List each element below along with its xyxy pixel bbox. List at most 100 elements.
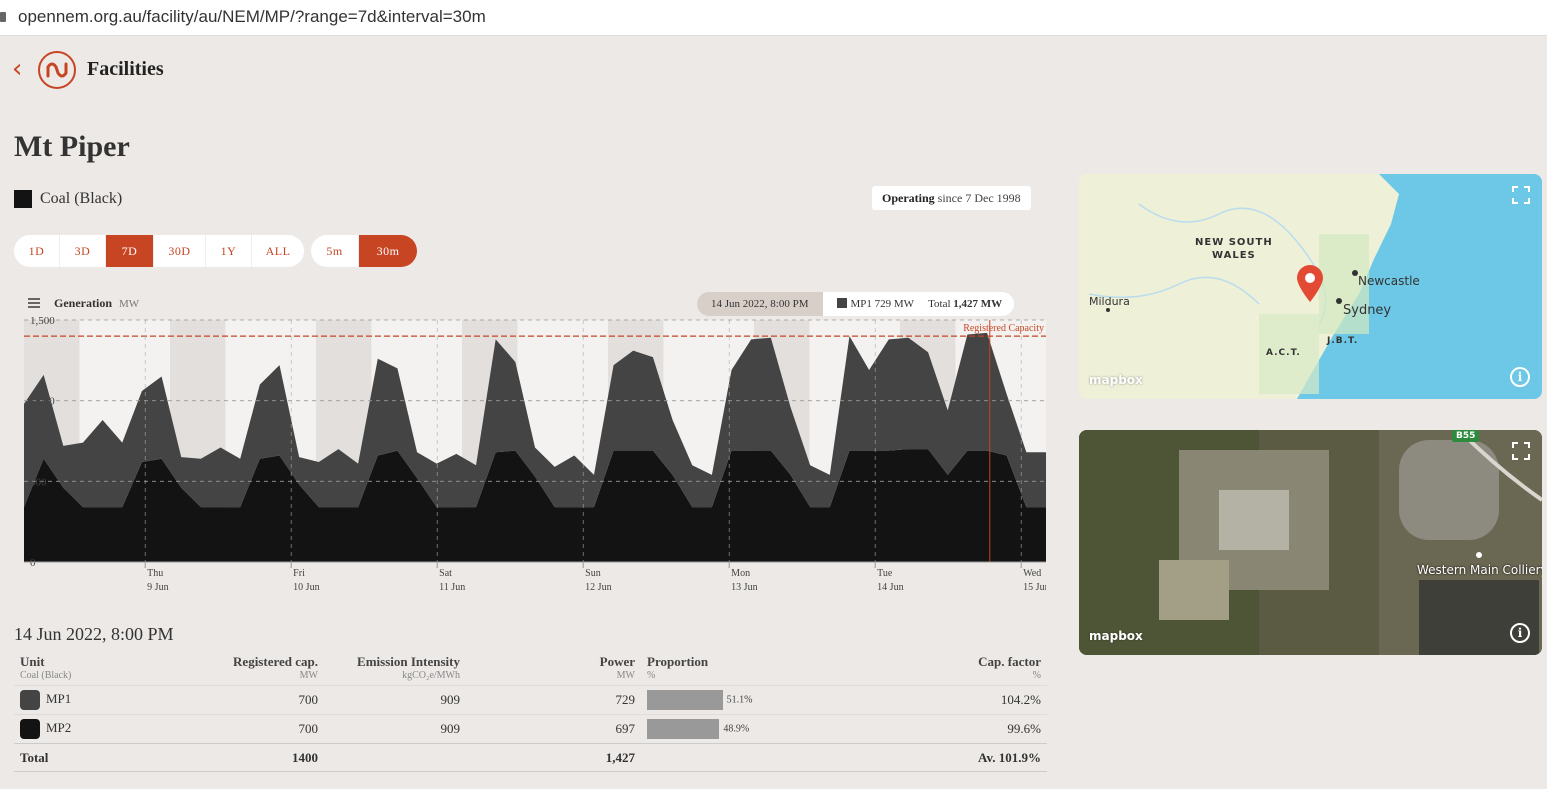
unit-power: 729 [466, 685, 641, 715]
hover-series-value: 729 MW [874, 298, 915, 310]
chart-title: Generation MW [54, 296, 139, 311]
map-label-newcastle: Newcastle [1358, 274, 1420, 288]
col-cf-sub: % [1032, 670, 1041, 681]
x-tick-date: 15 Jun [1023, 582, 1046, 593]
unit-cap-factor: 99.6% [841, 714, 1047, 744]
hover-date: 14 Jun 2022, 8:00 PM [697, 292, 823, 316]
back-chevron-icon[interactable]: ‹ [12, 56, 32, 82]
range-1d-button[interactable]: 1D [14, 235, 60, 267]
unit-emission-intensity: 909 [324, 714, 466, 744]
proportion-label: 51.1% [726, 694, 753, 706]
status-badge: Operating since 7 Dec 1998 [872, 186, 1031, 210]
browser-url-bar[interactable]: opennem.org.au/facility/au/NEM/MP/?range… [0, 0, 1547, 36]
chart-menu-icon[interactable] [28, 298, 40, 308]
x-tick-day: Wed [1023, 568, 1041, 579]
units-table: Unit Registered cap. Emission Intensity … [14, 648, 1047, 772]
unit-cap-factor: 104.2% [841, 685, 1047, 715]
col-unit: Unit [20, 654, 45, 669]
satellite-label-colliery: Western Main Colliery [1417, 563, 1542, 577]
interval-30m-button[interactable]: 30m [359, 235, 417, 267]
unit-proportion: 48.9% [641, 714, 841, 744]
total-prop-empty [641, 743, 841, 772]
location-map[interactable]: NEW SOUTH WALES Newcastle Sydney Mildura… [1079, 174, 1542, 399]
y-tick-label: 1,500 [30, 316, 55, 327]
generation-chart[interactable]: 1,500 1,000 500 0 Registered Capacity Thu 9 Ju… [24, 316, 1046, 600]
fullscreen-icon-satellite[interactable] [1512, 442, 1530, 460]
chart-header: Generation MW 14 Jun 2022, 8:00 PM MP1 7… [24, 292, 1046, 316]
interval-selector: 5m 30m [311, 235, 417, 267]
nav-title[interactable]: Facilities [87, 58, 164, 81]
interval-5m-button[interactable]: 5m [311, 235, 359, 267]
lock-icon [0, 12, 6, 22]
info-icon-satellite[interactable]: i [1510, 623, 1530, 643]
table-row[interactable]: MP2 700 909 697 48.9% 99.6% [14, 714, 1047, 744]
fuel-tech-text: Coal (Black) [40, 190, 123, 207]
map-label-act: A.C.T. [1266, 348, 1301, 358]
map-label-nsw-2: WALES [1212, 250, 1256, 261]
registered-capacity-label: Registered Capacity [963, 323, 1044, 334]
url-text[interactable]: opennem.org.au/facility/au/NEM/MP/?range… [18, 7, 486, 27]
x-tick-day: Fri [293, 568, 305, 579]
total-ei-empty [324, 743, 466, 772]
unit-name: MP2 [46, 719, 72, 735]
hover-readout: 14 Jun 2022, 8:00 PM MP1 729 MW Total 1,… [697, 292, 1015, 316]
range-7d-button[interactable]: 7D [106, 235, 154, 267]
page-title: Mt Piper [14, 130, 130, 163]
unit-cell: MP1 [14, 685, 164, 715]
hover-series-swatch [836, 298, 847, 308]
x-tick-day: Mon [731, 568, 750, 579]
unit-cap: 700 [164, 685, 324, 715]
table-row[interactable]: MP1 700 909 729 51.1% 104.2% [14, 685, 1047, 715]
col-prop-sub: % [647, 670, 656, 681]
road-badge: B55 [1452, 430, 1480, 442]
range-1y-button[interactable]: 1Y [206, 235, 252, 267]
logo-n-icon [46, 62, 68, 78]
x-tick-date: 9 Jun [147, 582, 168, 593]
unit-power: 697 [466, 714, 641, 744]
unit-cap: 700 [164, 714, 324, 744]
fuel-tech-label: Coal (Black) [14, 188, 122, 210]
status-word: Operating [882, 191, 935, 205]
location-pin-icon[interactable] [1295, 264, 1325, 304]
hover-total: Total 1,427 MW [924, 292, 1015, 316]
chart-title-text: Generation [54, 296, 112, 310]
unit-swatch [20, 690, 40, 710]
unit-emission-intensity: 909 [324, 685, 466, 715]
total-power: 1,427 [466, 743, 641, 772]
total-label: Total [14, 743, 164, 772]
x-tick-date: 11 Jun [439, 582, 465, 593]
mapbox-logo-satellite[interactable]: mapbox [1089, 629, 1143, 643]
mapbox-logo[interactable]: mapbox [1089, 373, 1143, 387]
col-cap-factor: Cap. factor [978, 654, 1041, 669]
opennem-logo[interactable] [38, 51, 76, 89]
col-unit-sub: Coal (Black) [20, 670, 72, 681]
y-tick-label: 0 [30, 557, 36, 569]
map-label-sydney: Sydney [1343, 303, 1392, 318]
range-all-button[interactable]: ALL [252, 235, 304, 267]
top-nav: ‹ Facilities [12, 48, 312, 92]
unit-name: MP1 [46, 690, 72, 706]
y-tick-label: 1,000 [30, 396, 55, 408]
x-tick-day: Thu [147, 568, 163, 579]
range-3d-button[interactable]: 3D [60, 235, 106, 267]
col-proportion: Proportion [647, 654, 709, 669]
map-label-jbt: J.B.T. [1327, 336, 1359, 346]
col-power-sub: MW [616, 670, 635, 681]
satellite-map[interactable]: B55 Western Main Colliery mapbox i [1079, 430, 1542, 655]
col-registered-cap: Registered cap. [233, 654, 318, 669]
proportion-label: 48.9% [723, 723, 750, 735]
map-label-mildura: Mildura [1089, 295, 1130, 308]
hover-series: MP1 729 MW [822, 292, 925, 316]
total-cap-factor: Av. 101.9% [841, 743, 1047, 772]
chart-unit: MW [119, 298, 140, 310]
range-30d-button[interactable]: 30D [154, 235, 206, 267]
status-since: since 7 Dec 1998 [937, 191, 1021, 205]
hover-total-value: 1,427 MW [953, 298, 1003, 310]
x-tick-day: Sun [585, 568, 601, 579]
fullscreen-icon[interactable] [1512, 186, 1530, 204]
unit-proportion: 51.1% [641, 685, 841, 715]
map-label-nsw-1: NEW SOUTH [1195, 237, 1273, 248]
x-tick-date: 14 Jun [877, 582, 903, 593]
proportion-bar [647, 719, 720, 739]
info-icon[interactable]: i [1510, 367, 1530, 387]
